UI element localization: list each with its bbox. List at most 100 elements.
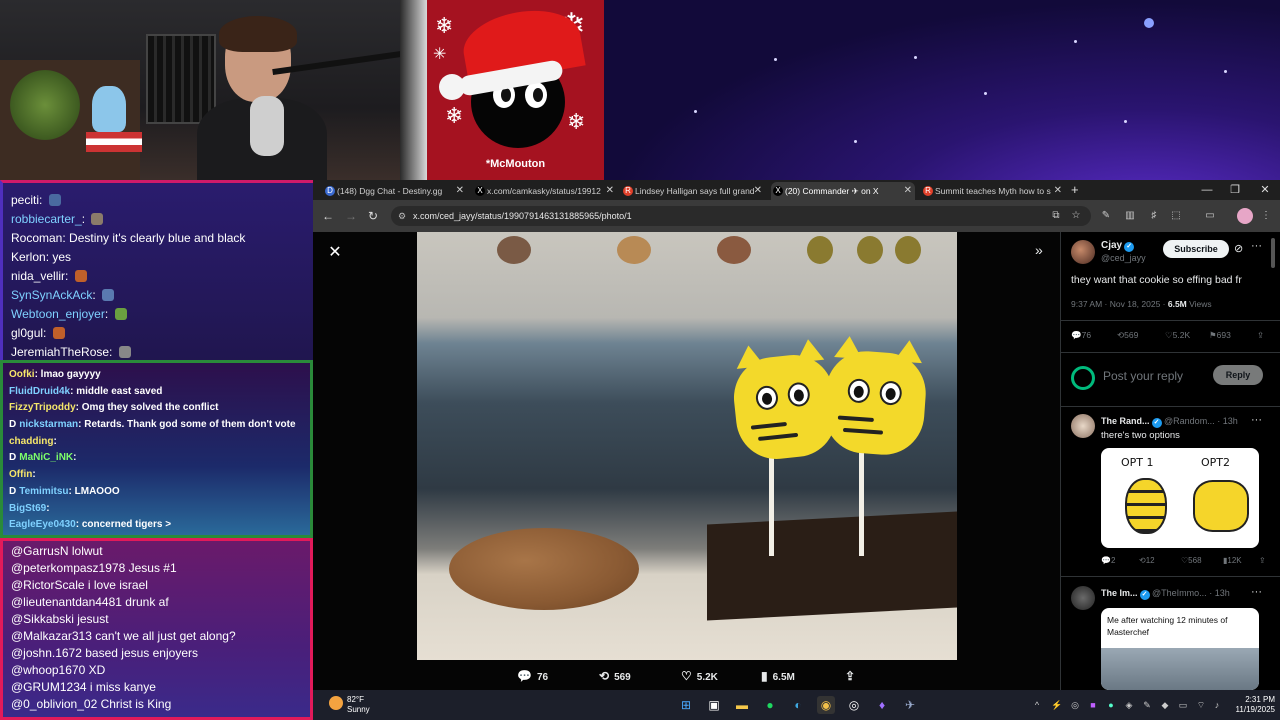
- tab-4[interactable]: X (20) Commander ✈ on X ✕: [771, 182, 915, 200]
- network-icon[interactable]: ⌔: [1195, 699, 1207, 711]
- reply-input[interactable]: Post your reply: [1103, 369, 1183, 383]
- tray-app-icon[interactable]: ●: [1105, 699, 1117, 711]
- bookmark-count[interactable]: ⚑ 693: [1209, 330, 1231, 341]
- share-icon[interactable]: ⇪: [1257, 330, 1264, 341]
- extension-icon[interactable]: ✎: [1099, 209, 1113, 223]
- install-icon[interactable]: ⧉: [1049, 209, 1063, 223]
- chat-username[interactable]: chadding: [9, 436, 53, 447]
- tray-app-icon[interactable]: ⚡: [1051, 699, 1063, 711]
- reload-icon[interactable]: ↻: [365, 208, 381, 224]
- chat-username[interactable]: nickstarman: [19, 419, 78, 430]
- chat-username[interactable]: robbiecarter_: [11, 212, 82, 226]
- reply-image[interactable]: Me after watching 12 minutes of Masterch…: [1101, 608, 1259, 690]
- chat-username[interactable]: FizzyTripoddy: [9, 402, 76, 413]
- profile-avatar[interactable]: [1237, 208, 1253, 224]
- reply-count[interactable]: 💬 2: [1101, 556, 1115, 565]
- tray-app-icon[interactable]: ✎: [1141, 699, 1153, 711]
- chat-username[interactable]: Rocoman: [11, 231, 62, 245]
- share-action[interactable]: ⇪: [845, 669, 860, 683]
- author-name[interactable]: Cjay ✓: [1101, 240, 1135, 252]
- url-bar[interactable]: ⚙ x.com/ced_jayy/status/1990791463131885…: [391, 206, 1091, 226]
- like-count[interactable]: ♡ 568: [1181, 556, 1202, 565]
- chat-username[interactable]: @lieutenantdan4481: [11, 595, 122, 609]
- chat-username[interactable]: gl0gul: [11, 326, 43, 340]
- more-icon[interactable]: ···: [1251, 240, 1262, 252]
- chat-username[interactable]: SynSynAckAck: [11, 288, 92, 302]
- chat-username[interactable]: nida_vellir: [11, 269, 65, 283]
- subscribe-button[interactable]: Subscribe: [1163, 240, 1229, 258]
- tray-app-icon[interactable]: ■: [1087, 699, 1099, 711]
- extension-icon-2[interactable]: ♯: [1147, 209, 1161, 223]
- replies-action[interactable]: 💬 76: [517, 669, 548, 683]
- share-icon[interactable]: ⇪: [1259, 556, 1266, 565]
- edge-icon[interactable]: ◐: [789, 696, 807, 714]
- reply-count[interactable]: 💬 76: [1071, 330, 1091, 341]
- chat-username[interactable]: @Malkazar313: [11, 629, 92, 643]
- chat-username[interactable]: @peterkompasz1978: [11, 561, 125, 575]
- chat-username[interactable]: @RictorScale: [11, 578, 85, 592]
- spotify-icon[interactable]: ●: [761, 696, 779, 714]
- tab-close-icon[interactable]: ✕: [456, 182, 464, 200]
- tab-3[interactable]: R Lindsey Halligan says full grand ✕: [621, 182, 765, 200]
- file-explorer-icon[interactable]: ▬: [733, 696, 751, 714]
- new-tab-button[interactable]: +: [1071, 180, 1079, 200]
- more-icon[interactable]: ···: [1251, 586, 1262, 598]
- chat-username[interactable]: @0_oblivion_02: [11, 697, 97, 711]
- tab-close-icon[interactable]: ✕: [606, 182, 614, 200]
- reply-button[interactable]: Reply: [1213, 365, 1263, 385]
- forward-icon[interactable]: →: [343, 208, 359, 224]
- tab-5[interactable]: R Summit teaches Myth how to s ✕: [921, 182, 1065, 200]
- extensions-puzzle-icon[interactable]: ⬚: [1169, 209, 1183, 223]
- chat-username[interactable]: Temimitsu: [19, 486, 68, 497]
- chat-username[interactable]: @whoop1670: [11, 663, 85, 677]
- avatar[interactable]: [1071, 414, 1095, 438]
- post-photo[interactable]: [417, 232, 957, 660]
- repost-action[interactable]: ⟲ 569: [599, 669, 631, 683]
- back-icon[interactable]: ←: [320, 208, 336, 224]
- close-icon[interactable]: ✕: [325, 242, 345, 262]
- bookmark-star-icon[interactable]: ☆: [1069, 209, 1083, 223]
- chat-username[interactable]: Oofki: [9, 369, 35, 380]
- more-icon[interactable]: ···: [1251, 414, 1262, 426]
- chat-username[interactable]: BigSt69: [9, 503, 46, 514]
- site-info-icon[interactable]: ⚙: [398, 206, 406, 226]
- chat-username[interactable]: @GRUM1234: [11, 680, 87, 694]
- views-count[interactable]: ▮ 12K: [1223, 556, 1242, 565]
- sidebar-icon[interactable]: ▭: [1203, 209, 1217, 223]
- tray-app-icon[interactable]: ◎: [1069, 699, 1081, 711]
- author-handle[interactable]: @ced_jayy: [1101, 253, 1146, 263]
- scrollbar[interactable]: [1271, 238, 1275, 268]
- menu-kebab-icon[interactable]: ⋮: [1259, 209, 1273, 223]
- chat-username[interactable]: Webtoon_enjoyer: [11, 307, 105, 321]
- reply-author[interactable]: The Rand... ✓ @Random... · 13h: [1101, 416, 1238, 428]
- repost-count[interactable]: ⟲ 569: [1117, 330, 1138, 341]
- chat-username[interactable]: MaNiC_iNK: [19, 452, 73, 463]
- close-window-button[interactable]: ✕: [1251, 180, 1279, 200]
- chat-username[interactable]: Offin: [9, 469, 32, 480]
- chat-username[interactable]: EagleEye0430: [9, 519, 76, 530]
- tray-app-icon[interactable]: ◈: [1123, 699, 1135, 711]
- app-icon[interactable]: ♦: [873, 696, 891, 714]
- volume-icon[interactable]: ♪: [1211, 699, 1223, 711]
- system-clock[interactable]: 2:31 PM 11/19/2025: [1227, 695, 1275, 715]
- grok-icon[interactable]: ⊘: [1234, 242, 1243, 255]
- display-icon[interactable]: ▭: [1177, 699, 1189, 711]
- tray-chevron-icon[interactable]: ^: [1031, 699, 1043, 711]
- tab-close-icon[interactable]: ✕: [1054, 182, 1062, 200]
- expand-panel-icon[interactable]: »: [1035, 242, 1043, 258]
- reply-author[interactable]: The Im... ✓ @TheImmo... · 13h: [1101, 588, 1230, 600]
- like-action[interactable]: ♡ 5.2K: [681, 669, 718, 683]
- task-view-icon[interactable]: ▣: [705, 696, 723, 714]
- steam-icon[interactable]: ✈: [901, 696, 919, 714]
- chat-username[interactable]: @Sikkabski: [11, 612, 74, 626]
- tray-app-icon[interactable]: ◆: [1159, 699, 1171, 711]
- chat-username[interactable]: JeremiahTheRose: [11, 345, 109, 359]
- tab-close-icon[interactable]: ✕: [754, 182, 762, 200]
- like-count[interactable]: ♡ 5.2K: [1165, 330, 1190, 341]
- tab-1[interactable]: D (148) Dgg Chat - Destiny.gg ✕: [323, 182, 467, 200]
- chat-username[interactable]: FluidDruid4k: [9, 386, 70, 397]
- weather-sun-icon[interactable]: [329, 696, 343, 710]
- tab-close-icon[interactable]: ✕: [904, 182, 912, 200]
- chat-username[interactable]: @GarrusN: [11, 544, 69, 558]
- chat-username[interactable]: @joshn.1672: [11, 646, 82, 660]
